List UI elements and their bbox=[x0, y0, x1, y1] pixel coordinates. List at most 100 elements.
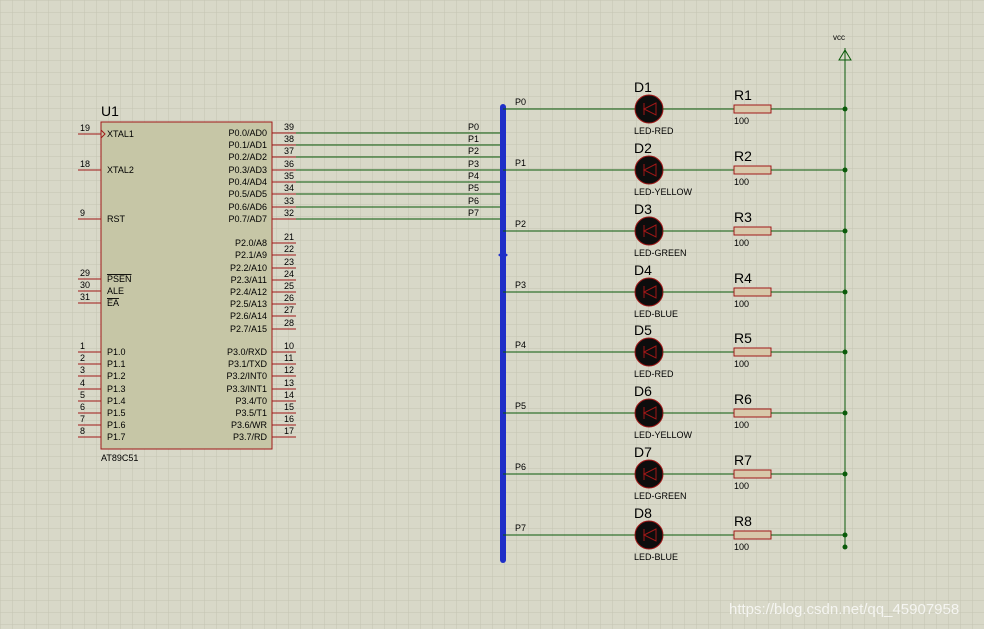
led-icon[interactable] bbox=[634, 337, 664, 367]
pin-name: P1.6 bbox=[107, 420, 126, 430]
pin-number: 25 bbox=[284, 281, 294, 291]
resistor-icon[interactable] bbox=[733, 530, 772, 540]
resistor-value: 100 bbox=[734, 299, 749, 309]
led-icon[interactable] bbox=[634, 398, 664, 428]
resistor-icon[interactable] bbox=[733, 408, 772, 418]
pin-name: P2.6/A14 bbox=[230, 311, 267, 321]
led-type: LED-BLUE bbox=[634, 309, 678, 319]
pin-number: 26 bbox=[284, 293, 294, 303]
resistor-icon[interactable] bbox=[733, 287, 772, 297]
net-label: P3 bbox=[468, 159, 479, 169]
pin-name: P3.1/TXD bbox=[228, 359, 268, 369]
led-ref: D2 bbox=[634, 140, 652, 156]
pin-number: 37 bbox=[284, 146, 294, 156]
led-ref: D7 bbox=[634, 444, 652, 460]
resistor-icon[interactable] bbox=[733, 226, 772, 236]
led-type: LED-YELLOW bbox=[634, 187, 693, 197]
junction-dot bbox=[842, 471, 848, 477]
pin-name: XTAL1 bbox=[107, 129, 134, 139]
pin-number: 10 bbox=[284, 341, 294, 351]
pin-name: P0.3/AD3 bbox=[228, 165, 267, 175]
net-label: P5 bbox=[468, 183, 479, 193]
pin-name: PSEN bbox=[107, 274, 132, 284]
pin-number: 22 bbox=[284, 244, 294, 254]
pin-name: P2.1/A9 bbox=[235, 250, 267, 260]
pin-name: P2.7/A15 bbox=[230, 324, 267, 334]
pin-name: EA bbox=[107, 298, 119, 308]
pin-number: 30 bbox=[80, 280, 90, 290]
net-label: P6 bbox=[515, 462, 526, 472]
led-type: LED-RED bbox=[634, 126, 674, 136]
junction-dot bbox=[842, 349, 848, 355]
resistor-value: 100 bbox=[734, 359, 749, 369]
resistor-icon[interactable] bbox=[733, 165, 772, 175]
pin-number: 7 bbox=[80, 414, 85, 424]
microcontroller[interactable]: U1 AT89C51 19XTAL118XTAL29RST29PSEN30ALE… bbox=[78, 103, 296, 463]
led-icon[interactable] bbox=[634, 216, 664, 246]
pin-name: P3.4/T0 bbox=[235, 396, 267, 406]
pin-name: P0.7/AD7 bbox=[228, 214, 267, 224]
pin-name: P0.2/AD2 bbox=[228, 152, 267, 162]
led-ref: D3 bbox=[634, 201, 652, 217]
junction-dot bbox=[842, 289, 848, 295]
pin-name: P3.3/INT1 bbox=[226, 384, 267, 394]
net-label: P1 bbox=[515, 158, 526, 168]
led-icon[interactable] bbox=[634, 520, 664, 550]
led-ref: D6 bbox=[634, 383, 652, 399]
led-type: LED-GREEN bbox=[634, 248, 687, 258]
junction-dot bbox=[842, 106, 848, 112]
pin-number: 39 bbox=[284, 122, 294, 132]
resistor-value: 100 bbox=[734, 542, 749, 552]
pin-name: P3.2/INT0 bbox=[226, 371, 267, 381]
led-icon[interactable] bbox=[634, 155, 664, 185]
pin-number: 4 bbox=[80, 378, 85, 388]
pin-number: 3 bbox=[80, 365, 85, 375]
pin-name: P1.1 bbox=[107, 359, 126, 369]
pin-name: P1.4 bbox=[107, 396, 126, 406]
pin-name: P2.0/A8 bbox=[235, 238, 267, 248]
pin-name: XTAL2 bbox=[107, 165, 134, 175]
pin-number: 33 bbox=[284, 196, 294, 206]
pin-number: 19 bbox=[80, 123, 90, 133]
pin-number: 5 bbox=[80, 390, 85, 400]
pin-name: P2.3/A11 bbox=[231, 275, 267, 285]
junction-dot bbox=[842, 167, 848, 173]
led-icon[interactable] bbox=[634, 277, 664, 307]
pin-number: 13 bbox=[284, 378, 294, 388]
pin-name: P3.7/RD bbox=[233, 432, 268, 442]
chip-part: AT89C51 bbox=[101, 453, 138, 463]
pin-number: 14 bbox=[284, 390, 294, 400]
resistor-value: 100 bbox=[734, 481, 749, 491]
pin-number: 32 bbox=[284, 208, 294, 218]
schematic-canvas[interactable]: U1 AT89C51 19XTAL118XTAL29RST29PSEN30ALE… bbox=[0, 0, 984, 629]
led-ref: D4 bbox=[634, 262, 652, 278]
net-label: P4 bbox=[515, 340, 526, 350]
pin-number: 31 bbox=[80, 292, 90, 302]
pin-name: P0.4/AD4 bbox=[228, 177, 267, 187]
resistor-icon[interactable] bbox=[733, 347, 772, 357]
net-label: P0 bbox=[515, 97, 526, 107]
resistor-ref: R2 bbox=[734, 148, 752, 164]
resistor-icon[interactable] bbox=[733, 104, 772, 114]
led-icon[interactable] bbox=[634, 94, 664, 124]
led-type: LED-YELLOW bbox=[634, 430, 693, 440]
net-label: P6 bbox=[468, 196, 479, 206]
resistor-icon[interactable] bbox=[733, 469, 772, 479]
pin-number: 6 bbox=[80, 402, 85, 412]
junction-dot bbox=[842, 544, 848, 550]
pin-name: P2.2/A10 bbox=[230, 263, 267, 273]
pin-name: ALE bbox=[107, 286, 124, 296]
resistor-value: 100 bbox=[734, 238, 749, 248]
net-label: P4 bbox=[468, 171, 479, 181]
pin-number: 34 bbox=[284, 183, 294, 193]
pin-number: 8 bbox=[80, 426, 85, 436]
pin-name: P2.4/A12 bbox=[230, 287, 267, 297]
resistor-ref: R6 bbox=[734, 391, 752, 407]
resistor-ref: R8 bbox=[734, 513, 752, 529]
pin-number: 36 bbox=[284, 159, 294, 169]
pin-name: P1.2 bbox=[107, 371, 126, 381]
led-icon[interactable] bbox=[634, 459, 664, 489]
junction-dot bbox=[842, 228, 848, 234]
resistor-ref: R1 bbox=[734, 87, 752, 103]
resistor-ref: R4 bbox=[734, 270, 752, 286]
